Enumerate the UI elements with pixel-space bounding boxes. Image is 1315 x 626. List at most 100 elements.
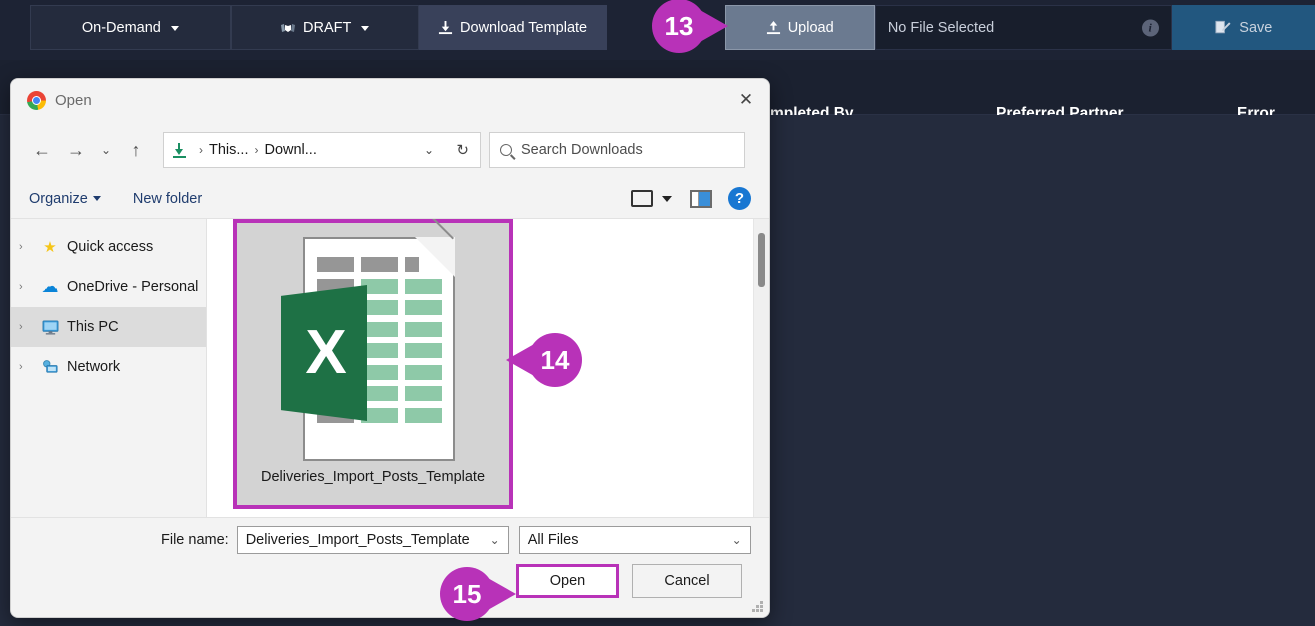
save-label: Save [1239,19,1273,36]
chevron-right-icon[interactable]: › [19,321,33,333]
breadcrumb[interactable]: › This... › Downl... ⌄ ↻ [163,132,481,168]
cloud-icon: ☁ [41,277,59,296]
save-document-icon [1214,20,1231,36]
organize-menu[interactable]: Organize [29,191,101,207]
selected-file-display: No File Selected i [874,5,1172,50]
chevron-right-icon[interactable]: › [19,241,33,253]
chevron-down-icon [361,26,370,31]
excel-file-icon: X [275,219,471,467]
back-icon[interactable]: ← [25,133,59,167]
recent-locations-icon[interactable]: ⌄ [93,133,119,167]
monitor-icon [40,317,60,337]
upload-label: Upload [787,19,834,36]
chevron-down-icon[interactable]: ⌄ [490,533,500,547]
callout-badge-14: 14 [506,333,582,387]
chevron-right-icon[interactable]: › [19,281,33,293]
on-demand-dropdown[interactable]: On-Demand [30,5,231,50]
upload-button-wrapper: Upload [724,5,875,50]
dialog-title: Open [55,91,92,109]
organize-label: Organize [29,190,88,207]
star-icon: ★ [43,239,57,256]
file-name-input[interactable]: Deliveries_Import_Posts_Template ⌄ [236,526,509,554]
dialog-nav-bar: ← → ⌄ ↑ › This... › Downl... ⌄ ↻ Search … [11,121,769,179]
chevron-down-icon [170,26,179,31]
file-type-filter-select[interactable]: All Files ⌄ [518,526,751,554]
draft-status-dropdown[interactable]: DRAFT [230,5,419,50]
download-template-label: Download Template [460,19,588,36]
breadcrumb-item-this-pc[interactable]: This... [209,142,248,158]
search-icon [500,144,512,156]
preview-pane-icon[interactable] [690,189,712,208]
breadcrumb-separator: › [254,143,259,157]
close-icon[interactable]: ✕ [723,79,769,121]
save-button[interactable]: Save [1171,5,1315,50]
sidebar-item-label: Quick access [67,239,154,255]
file-name-row: File name: Deliveries_Import_Posts_Templ… [11,526,769,554]
cancel-button[interactable]: Cancel [632,564,742,598]
file-type-filter-value: All Files [527,532,579,548]
new-folder-button[interactable]: New folder [133,191,202,207]
excel-badge-letter: X [305,318,347,387]
download-icon [438,20,453,35]
file-name-input-value: Deliveries_Import_Posts_Template [245,532,470,548]
dialog-footer: File name: Deliveries_Import_Posts_Templ… [11,517,769,617]
file-name-label: Deliveries_Import_Posts_Template [260,469,486,485]
upload-button[interactable]: Upload [724,5,875,50]
refresh-icon[interactable]: ↻ [456,141,469,159]
on-demand-label: On-Demand [81,19,161,36]
network-icon [40,357,60,377]
dialog-title-bar: Open ✕ [11,79,769,121]
no-file-selected-text: No File Selected [887,19,995,36]
callout-number: 15 [440,567,494,621]
chevron-down-icon[interactable]: ⌄ [732,533,742,547]
search-box[interactable]: Search Downloads [489,132,745,168]
sidebar-item-label: This PC [67,319,119,335]
up-one-level-icon[interactable]: ↑ [119,133,153,167]
excel-x-badge: X [281,285,367,421]
open-button[interactable]: Open [516,564,619,598]
handshake-icon [280,21,296,35]
download-template-button[interactable]: Download Template [418,5,607,50]
downloads-folder-icon [172,142,187,158]
resize-grip[interactable] [752,601,764,613]
sidebar-item-label: OneDrive - Personal [67,279,199,295]
cancel-label: Cancel [664,573,710,589]
callout-badge-13: 13 [652,0,728,53]
chevron-right-icon[interactable]: › [19,361,33,373]
file-item-deliveries-import-posts-template[interactable]: X Deliveries_Import_Posts_Template [233,219,513,509]
file-open-dialog: Open ✕ ← → ⌄ ↑ › This... › Downl... ⌄ ↻ … [10,78,770,618]
chevron-down-icon[interactable]: ⌄ [424,143,434,157]
file-name-field-label: File name: [161,532,229,548]
new-folder-label: New folder [132,190,203,207]
search-placeholder: Search Downloads [521,142,643,158]
change-view-button[interactable] [631,190,672,207]
open-label: Open [549,573,586,589]
breadcrumb-item-downloads[interactable]: Downl... [264,142,316,158]
sidebar-item-onedrive[interactable]: › ☁ OneDrive - Personal [11,267,206,307]
draft-label: DRAFT [303,19,352,36]
view-mode-icon [631,190,653,207]
file-list-view[interactable]: X Deliveries_Import_Posts_Template [207,219,769,517]
dialog-button-row: Open Cancel [11,564,769,598]
chrome-logo-icon [27,90,46,110]
navigation-sidebar: › ★ Quick access › ☁ OneDrive - Personal… [11,219,207,517]
dialog-command-bar: Organize New folder ? [11,179,769,219]
file-list-scrollbar[interactable] [753,219,769,517]
application-root: On-Demand DRAFT Download Template Upload… [0,0,1315,626]
dialog-main-area: › ★ Quick access › ☁ OneDrive - Personal… [11,219,769,517]
scrollbar-thumb[interactable] [758,233,765,287]
chevron-down-icon [662,195,672,202]
info-icon[interactable]: i [1141,19,1159,36]
callout-badge-15: 15 [440,567,516,621]
upload-icon [766,20,781,35]
sidebar-item-network[interactable]: › Network [11,347,206,387]
chevron-down-icon [92,196,101,201]
sidebar-item-quick-access[interactable]: › ★ Quick access [11,227,206,267]
breadcrumb-separator: › [199,143,203,157]
help-icon[interactable]: ? [728,187,751,210]
callout-number: 13 [652,0,706,53]
sidebar-item-label: Network [67,359,121,375]
callout-number: 14 [528,333,582,387]
sidebar-item-this-pc[interactable]: › This PC [11,307,206,347]
forward-icon[interactable]: → [59,133,93,167]
